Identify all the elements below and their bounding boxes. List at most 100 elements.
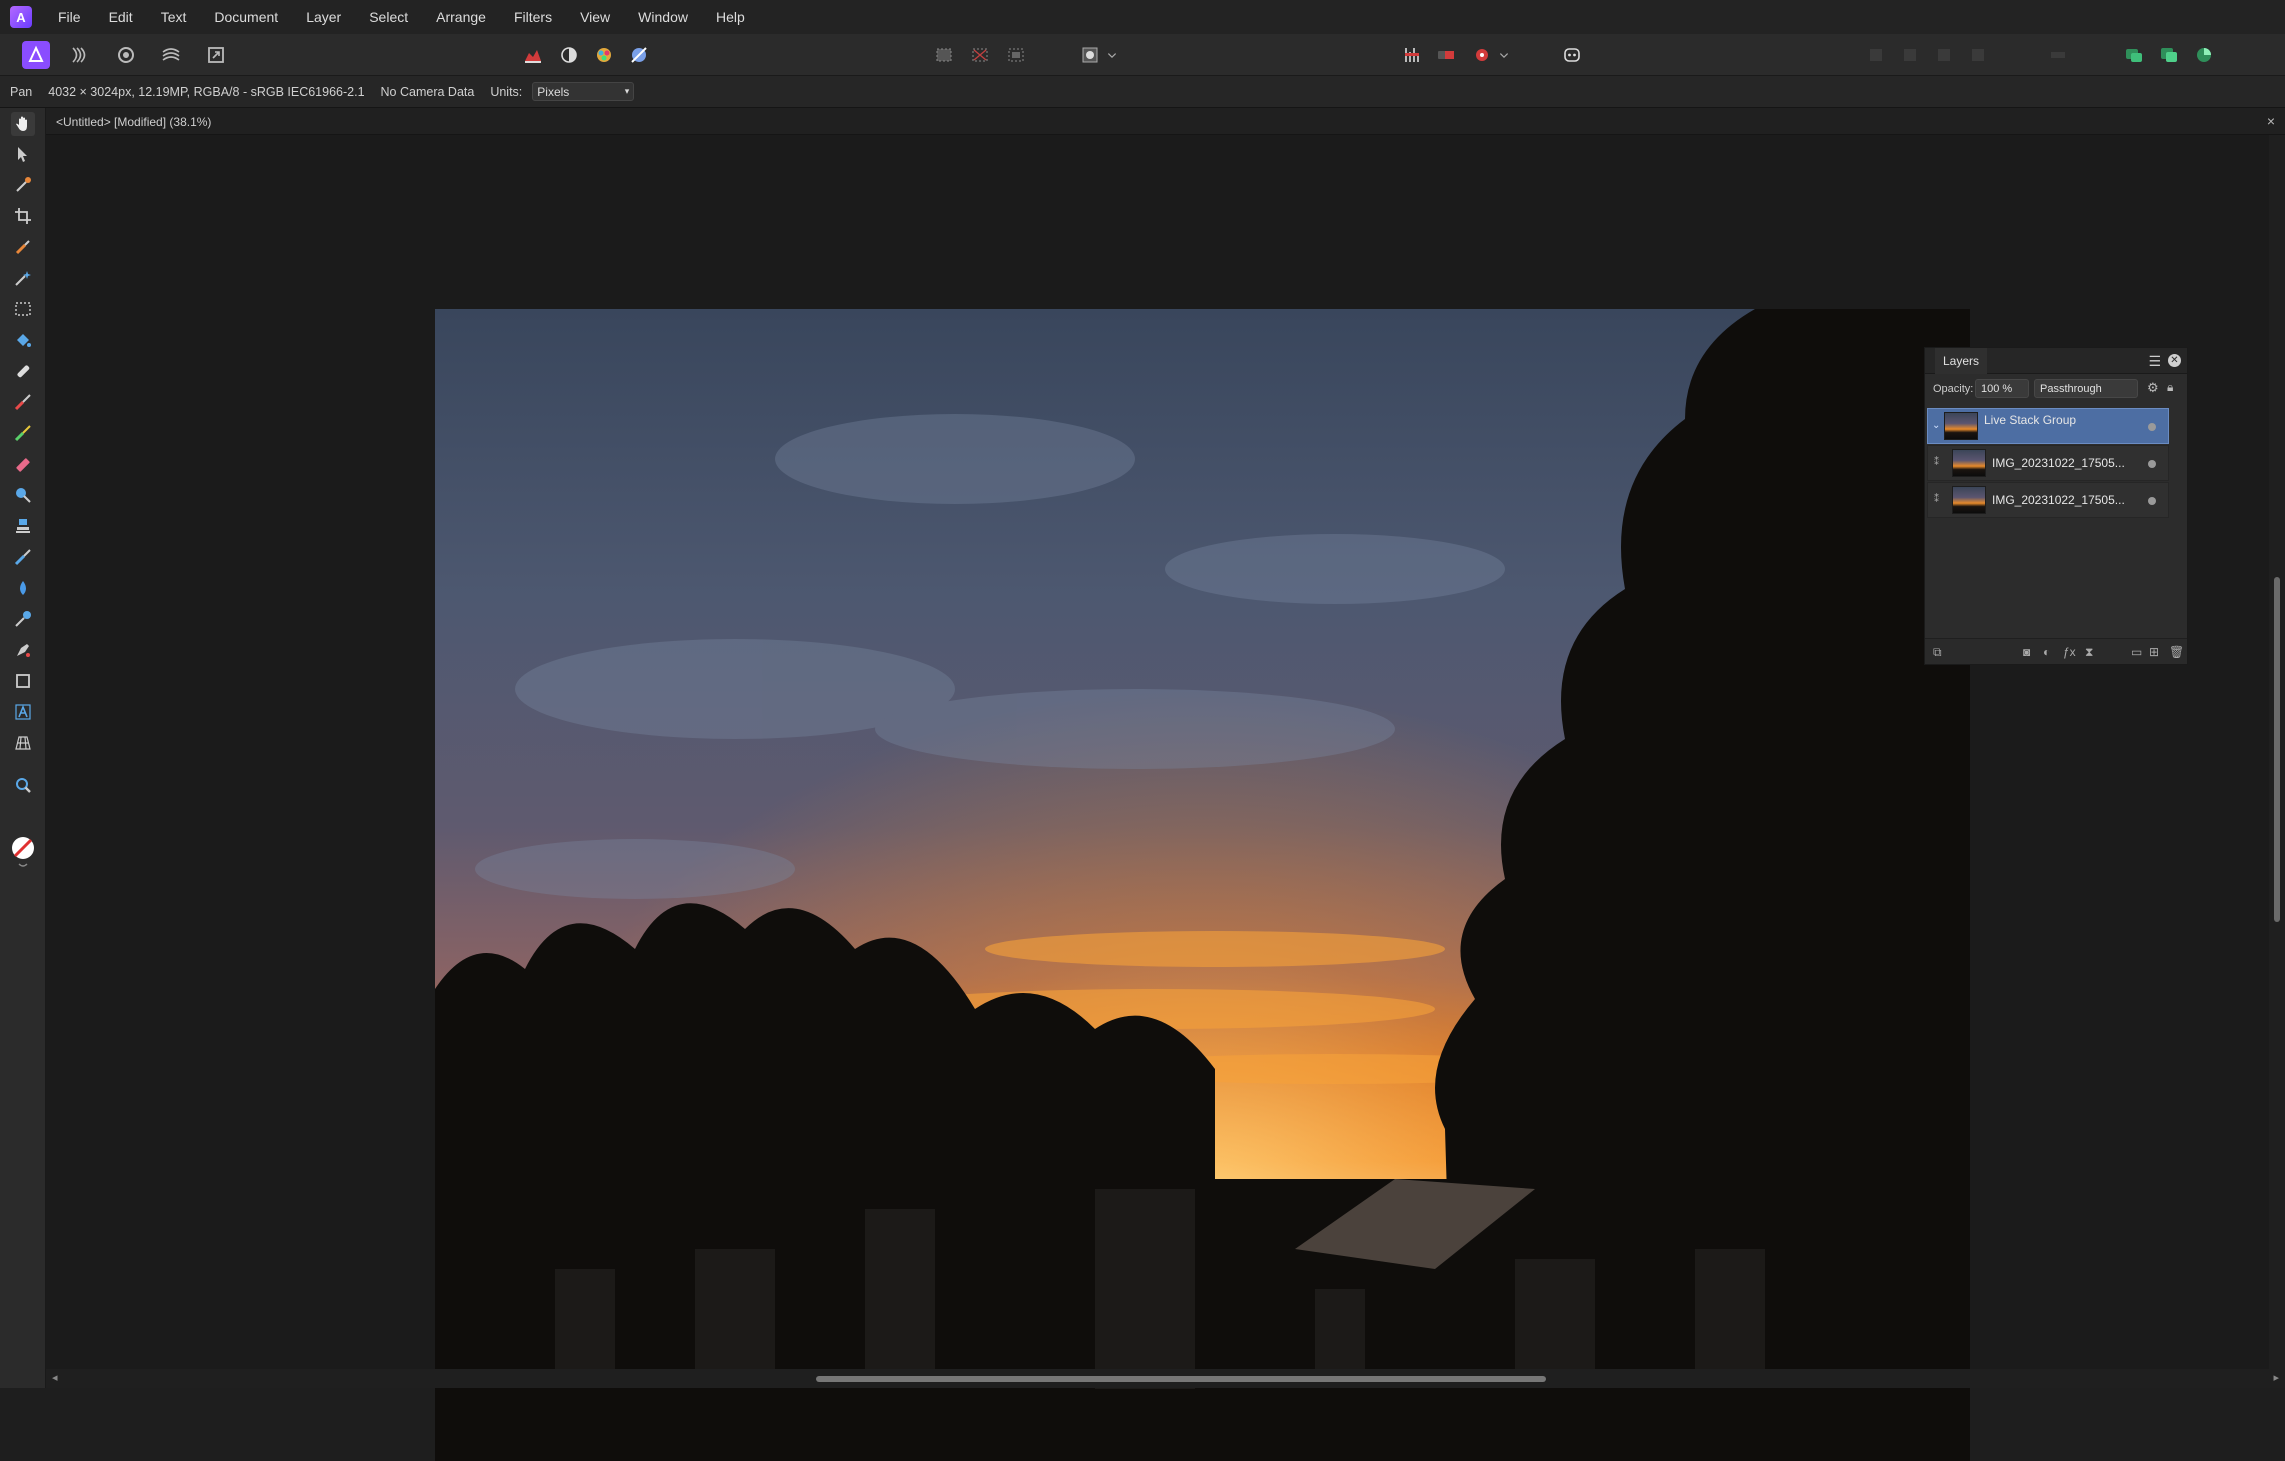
add-group-icon[interactable]: ▭ xyxy=(2131,645,2142,659)
flood-fill-icon[interactable] xyxy=(11,328,35,352)
menu-edit[interactable]: Edit xyxy=(95,9,147,25)
blur-icon[interactable] xyxy=(11,576,35,600)
context-toolbar: Pan 4032 × 3024px, 12.19MP, RGBA/8 - sRG… xyxy=(0,76,2285,108)
expand-chevron-icon[interactable]: ⌄ xyxy=(1932,420,1940,431)
studio-link-icon[interactable] xyxy=(2155,41,2183,69)
dodge-icon[interactable] xyxy=(11,483,35,507)
menu-help[interactable]: Help xyxy=(702,9,759,25)
assistant-face-icon[interactable] xyxy=(1558,41,1586,69)
tone-mapping-persona-icon[interactable] xyxy=(157,41,185,69)
auto-white-balance-icon[interactable] xyxy=(625,41,653,69)
colour-swatch-icon[interactable] xyxy=(9,834,37,868)
toolbar xyxy=(0,34,2285,76)
marquee-icon[interactable] xyxy=(11,297,35,321)
flood-select-icon[interactable] xyxy=(11,266,35,290)
photo-persona-icon[interactable] xyxy=(22,41,50,69)
adjustment-layer-icon[interactable]: ◐ xyxy=(2043,645,2050,659)
menu-window[interactable]: Window xyxy=(624,9,702,25)
selection-clear-icon[interactable] xyxy=(966,41,994,69)
visibility-dot-icon[interactable] xyxy=(2148,460,2156,468)
document-title: <Untitled> [Modified] (38.1%) xyxy=(56,115,212,129)
selection-full-icon[interactable] xyxy=(930,41,958,69)
record-icon[interactable] xyxy=(1432,41,1460,69)
develop-persona-icon[interactable] xyxy=(112,41,140,69)
quick-mask-icon[interactable] xyxy=(1076,41,1104,69)
brush-icon[interactable] xyxy=(11,390,35,414)
auto-contrast-icon[interactable] xyxy=(555,41,583,69)
share-icon[interactable] xyxy=(2120,41,2148,69)
visibility-dot-icon[interactable] xyxy=(2148,497,2156,505)
menu-arrange[interactable]: Arrange xyxy=(422,9,500,25)
auto-levels-icon[interactable] xyxy=(519,41,547,69)
close-icon[interactable]: × xyxy=(2267,113,2275,129)
quick-mask-dropdown-icon[interactable] xyxy=(1104,41,1120,69)
layer-comps-icon[interactable]: ⧉ xyxy=(1933,645,1942,660)
pen-icon[interactable] xyxy=(11,638,35,662)
pixel-icon[interactable] xyxy=(11,421,35,445)
menu-text[interactable]: Text xyxy=(147,9,201,25)
horizontal-scroll-thumb[interactable] xyxy=(816,1376,1546,1382)
snapping-icon[interactable] xyxy=(1398,41,1426,69)
export-persona-icon[interactable] xyxy=(202,41,230,69)
text-icon[interactable] xyxy=(11,700,35,724)
layer-stack-indicator-icon: ⁑ xyxy=(1934,457,1939,468)
move-icon[interactable] xyxy=(11,142,35,166)
units-select[interactable]: Pixels ▾ xyxy=(532,82,635,101)
sponge-icon[interactable] xyxy=(11,607,35,631)
selection-invert-icon[interactable] xyxy=(1002,41,1030,69)
layer-row-live-stack-group[interactable]: ⌄ Live Stack Group xyxy=(1927,408,2169,444)
rectangle-icon[interactable] xyxy=(11,669,35,693)
camera-info: No Camera Data xyxy=(380,84,475,99)
auto-colour-icon[interactable] xyxy=(590,41,618,69)
mesh-warp-icon[interactable] xyxy=(11,731,35,755)
scroll-right-icon[interactable]: ▸ xyxy=(2273,1371,2279,1384)
colour-picker-icon[interactable] xyxy=(11,173,35,197)
lock-icon[interactable]: 🔒︎ xyxy=(2167,380,2173,395)
scroll-left-icon[interactable]: ◂ xyxy=(52,1371,58,1384)
stack-layer-icon[interactable]: ⧗ xyxy=(2085,645,2093,660)
layer-name: IMG_20231022_17505... xyxy=(1992,456,2125,470)
menu-bar: A File Edit Text Document Layer Select A… xyxy=(0,0,2285,34)
assistant-dropdown-icon[interactable] xyxy=(1496,41,1512,69)
menu-filters[interactable]: Filters xyxy=(500,9,566,25)
liquify-persona-icon[interactable] xyxy=(66,41,94,69)
hand-icon[interactable] xyxy=(11,112,35,136)
clone-icon[interactable] xyxy=(11,514,35,538)
document-tab[interactable]: <Untitled> [Modified] (38.1%) × xyxy=(46,108,2285,135)
gear-icon[interactable]: ⚙ xyxy=(2147,380,2159,396)
mask-layer-icon[interactable]: ◙ xyxy=(2023,645,2030,659)
menu-select[interactable]: Select xyxy=(355,9,422,25)
panel-close-icon[interactable]: ✕ xyxy=(2168,354,2181,367)
horizontal-scrollbar[interactable]: ◂ ▸ xyxy=(46,1369,2285,1388)
opacity-label: Opacity: xyxy=(1933,383,1974,395)
menu-view[interactable]: View xyxy=(566,9,624,25)
menu-layer[interactable]: Layer xyxy=(292,9,355,25)
live-filter-icon[interactable]: ƒx xyxy=(2063,645,2076,659)
panel-menu-icon[interactable]: ☰ xyxy=(2148,353,2161,370)
delete-layer-icon[interactable]: 🗑︎ xyxy=(2169,645,2184,659)
erase-icon[interactable] xyxy=(11,452,35,476)
zoom-icon[interactable] xyxy=(11,773,35,797)
layers-panel-header: Layers ☰ ✕ xyxy=(1925,348,2187,374)
layer-row-img-2[interactable]: ⁑ IMG_20231022_17505... xyxy=(1927,482,2169,518)
menu-document[interactable]: Document xyxy=(200,9,292,25)
workspace xyxy=(46,135,2269,1461)
healing-icon[interactable] xyxy=(11,359,35,383)
assistant-icon[interactable] xyxy=(1468,41,1496,69)
smudge-icon[interactable] xyxy=(11,545,35,569)
add-pixel-layer-icon[interactable]: ⊞ xyxy=(2149,645,2159,659)
opacity-field[interactable]: 100 % xyxy=(1975,379,2029,398)
paint-brush-icon[interactable] xyxy=(11,235,35,259)
vertical-scroll-thumb[interactable] xyxy=(2274,577,2280,922)
studio-toggle-icon[interactable] xyxy=(2190,41,2218,69)
layer-stack-indicator-icon: ⁑ xyxy=(1934,494,1939,505)
layer-row-img-1[interactable]: ⁑ IMG_20231022_17505... xyxy=(1927,445,2169,481)
menu-file[interactable]: File xyxy=(44,9,95,25)
document-canvas[interactable] xyxy=(435,309,1970,1461)
visibility-dot-icon[interactable] xyxy=(2148,423,2156,431)
document-info: 4032 × 3024px, 12.19MP, RGBA/8 - sRGB IE… xyxy=(48,84,365,99)
crop-icon[interactable] xyxy=(11,204,35,228)
vertical-scrollbar[interactable] xyxy=(2269,135,2285,1369)
blend-mode-select[interactable]: Passthrough xyxy=(2034,379,2138,398)
tab-layers[interactable]: Layers xyxy=(1935,348,1988,374)
